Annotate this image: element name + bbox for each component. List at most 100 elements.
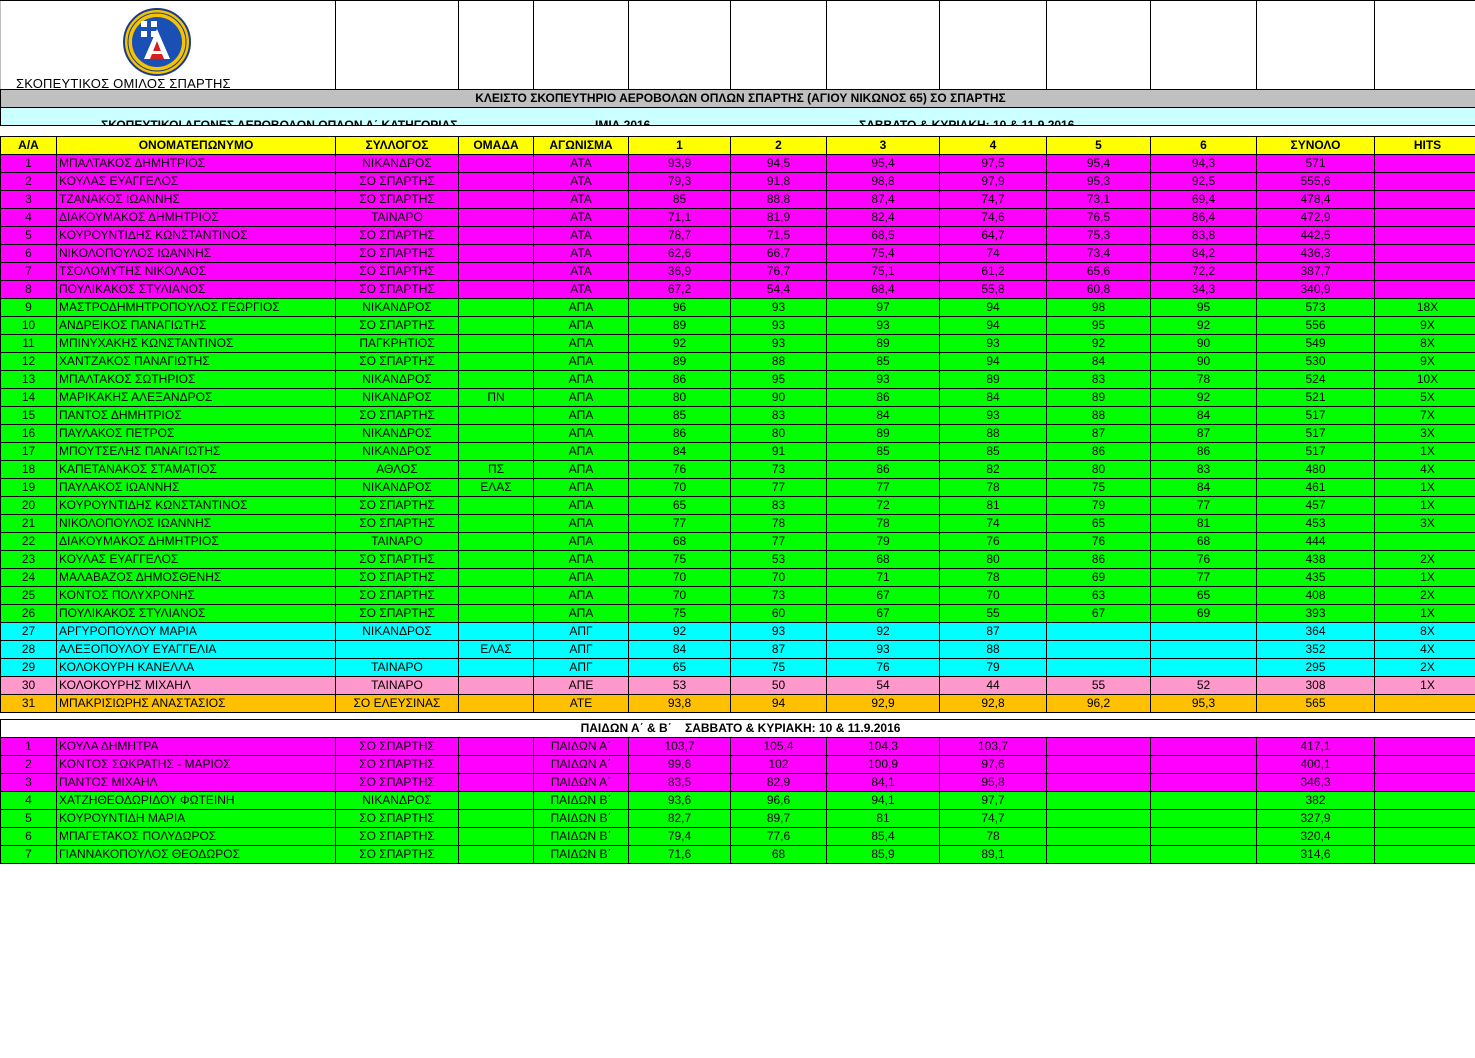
series-score-cell: 76 <box>1046 532 1151 551</box>
team-cell <box>458 442 534 461</box>
series-score-cell: 65,6 <box>1046 262 1151 281</box>
event-cell: ΑΠΓ <box>533 658 629 677</box>
table-row[interactable]: 2 ΚΟΝΤΟΣ ΣΩΚΡΑΤΗΣ - ΜΑΡΙΟΣ ΣΟ ΣΠΑΡΤΗΣ ΠΑΙΔΩ… <box>0 755 1475 774</box>
team-cell <box>458 568 534 587</box>
table-row[interactable]: 24 ΜΑΛΑΒΑΖΟΣ ΔΗΜΟΣΘΕΝΗΣ ΣΟ ΣΠΑΡΤΗΣ ΑΠΑ 70 70 7… <box>0 568 1475 587</box>
table-row[interactable]: 2 ΚΟΥΛΑΣ ΕΥΑΓΓΕΛΟΣ ΣΟ ΣΠΑΡΤΗΣ ΑΤΑ 79,3 91,8 98… <box>0 172 1475 191</box>
table-row[interactable]: 19 ΠΑΥΛΑΚΟΣ ΙΩΑΝΝΗΣ ΝΙΚΑΝΔΡΟΣ ΕΛΑΣ ΑΠΑ 70 77 77… <box>0 478 1475 497</box>
table-row[interactable]: 5 ΚΟΥΡΟΥΝΤΙΔΗ ΜΑΡΙΑ ΣΟ ΣΠΑΡΤΗΣ ΠΑΙΔΩΝ Β΄ 82,… <box>0 809 1475 828</box>
series-score-cell: 86 <box>1046 442 1151 461</box>
series-score-cell: 55 <box>939 604 1047 623</box>
rank-cell: 11 <box>0 334 57 353</box>
table-row[interactable]: 30 ΚΟΛΟΚΟΥΡΗΣ ΜΙΧΑΗΛ ΤΑΙΝΑΡΟ ΑΠΕ 53 50 54 44 55 5… <box>0 676 1475 695</box>
club-cell: ΝΙΚΑΝΔΡΟΣ <box>335 370 459 389</box>
table-row[interactable]: 7 ΓΙΑΝΝΑΚΟΠΟΥΛΟΣ ΘΕΟΔΩΡΟΣ ΣΟ ΣΠΑΡΤΗΣ ΠΑΙΔΩΝ… <box>0 845 1475 864</box>
column-header: 2 <box>730 136 827 155</box>
series-score-cell: 84 <box>1150 406 1257 425</box>
rank-cell: 2 <box>0 755 57 774</box>
hits-cell: 8Χ <box>1374 334 1475 353</box>
table-row[interactable]: 9 ΜΑΣΤΡΟΔΗΜΗΤΡΟΠΟΥΛΟΣ ΓΕΩΡΓΙΟΣ ΝΙΚΑΝΔΡΟΣ ΑΠ… <box>0 298 1475 317</box>
club-cell: ΣΟ ΣΠΑΡΤΗΣ <box>335 262 459 281</box>
column-header: ΣΥΛΛΟΓΟΣ <box>335 136 459 155</box>
table-row[interactable]: 1 ΚΟΥΛΑ ΔΗΜΗΤΡΑ ΣΟ ΣΠΑΡΤΗΣ ΠΑΙΔΩΝ Α΄ 103,7 10… <box>0 737 1475 756</box>
series-score-cell: 70 <box>730 568 827 587</box>
club-cell: ΑΘΛΟΣ <box>335 460 459 479</box>
table-row[interactable]: 11 ΜΠΙΝΥΧΑΚΗΣ ΚΩΝΣΤΑΝΤΙΝΟΣ ΠΑΓΚΡΗΤΙΟΣ ΑΠΑ 92… <box>0 334 1475 353</box>
table-row[interactable]: 4 ΧΑΤΖΗΘΕΟΔΩΡΙΔΟΥ ΦΩΤΕΙΝΗ ΝΙΚΑΝΔΡΟΣ ΠΑΙΔΩΝ … <box>0 791 1475 810</box>
series-score-cell: 90 <box>1150 334 1257 353</box>
rank-cell: 3 <box>0 773 57 792</box>
total-cell: 438 <box>1256 550 1375 569</box>
team-cell <box>458 298 534 317</box>
series-score-cell: 74 <box>939 244 1047 263</box>
table-row[interactable]: 21 ΝΙΚΟΛΟΠΟΥΛΟΣ ΙΩΑΝΝΗΣ ΣΟ ΣΠΑΡΤΗΣ ΑΠΑ 77 78 7… <box>0 514 1475 533</box>
series-score-cell <box>1150 737 1257 756</box>
hits-cell: 2Χ <box>1374 658 1475 677</box>
series-score-cell: 93 <box>826 316 940 335</box>
series-score-cell: 78 <box>1150 370 1257 389</box>
table-row[interactable]: 18 ΚΑΠΕΤΑΝΑΚΟΣ ΣΤΑΜΑΤΙΟΣ ΑΘΛΟΣ ΠΣ ΑΠΑ 76 73 86 8… <box>0 460 1475 479</box>
table-row[interactable]: 5 ΚΟΥΡΟΥΝΤΙΔΗΣ ΚΩΝΣΤΑΝΤΙΝΟΣ ΣΟ ΣΠΑΡΤΗΣ ΑΤΑ 7… <box>0 226 1475 245</box>
series-score-cell: 53 <box>628 676 731 695</box>
table-row[interactable]: 20 ΚΟΥΡΟΥΝΤΙΔΗΣ ΚΩΝΣΤΑΝΤΙΝΟΣ ΣΟ ΣΠΑΡΤΗΣ ΑΠΑ… <box>0 496 1475 515</box>
table-row[interactable]: 31 ΜΠΑΚΡΙΣΙΩΡΗΣ ΑΝΑΣΤΑΣΙΟΣ ΣΟ ΕΛΕΥΣΙΝΑΣ ΑΤΕ… <box>0 694 1475 713</box>
table-row[interactable]: 23 ΚΟΥΛΑΣ ΕΥΑΓΓΕΛΟΣ ΣΟ ΣΠΑΡΤΗΣ ΑΠΑ 75 53 68 80 8… <box>0 550 1475 569</box>
table-row[interactable]: 12 ΧΑΝΤΖΑΚΟΣ ΠΑΝΑΓΙΩΤΗΣ ΣΟ ΣΠΑΡΤΗΣ ΑΠΑ 89 88 8… <box>0 352 1475 371</box>
series-score-cell: 82,7 <box>628 809 731 828</box>
subtitle-row: ΣΚΟΠΕΥΤΙΚΟΙ ΑΓΩΝΕΣ ΑΕΡΟΒΟΛΩΝ ΟΠΛΩΝ Α΄ ΚΑ… <box>0 107 1475 126</box>
table-row[interactable]: 7 ΤΣΟΛΟΜΥΤΗΣ ΝΙΚΟΛΑΟΣ ΣΟ ΣΠΑΡΤΗΣ ΑΤΑ 36,9 76,… <box>0 262 1475 281</box>
series-score-cell: 86 <box>826 388 940 407</box>
team-cell <box>458 262 534 281</box>
series-score-cell: 92 <box>1150 388 1257 407</box>
series-score-cell: 98,8 <box>826 172 940 191</box>
table-row[interactable]: 10 ΑΝΔΡΕΙΚΟΣ ΠΑΝΑΓΙΩΤΗΣ ΣΟ ΣΠΑΡΤΗΣ ΑΠΑ 89 93 9… <box>0 316 1475 335</box>
team-cell: ΕΛΑΣ <box>458 640 534 659</box>
series-score-cell: 62,6 <box>628 244 731 263</box>
table-row[interactable]: 13 ΜΠΑΛΤΑΚΟΣ ΣΩΤΗΡΙΟΣ ΝΙΚΑΝΔΡΟΣ ΑΠΑ 86 95 93 89… <box>0 370 1475 389</box>
rank-cell: 31 <box>0 694 57 713</box>
table-row[interactable]: 22 ΔΙΑΚΟΥΜΑΚΟΣ ΔΗΜΗΤΡΙΟΣ ΤΑΙΝΑΡΟ ΑΠΑ 68 77 79 7… <box>0 532 1475 551</box>
rank-cell: 2 <box>0 172 57 191</box>
rank-cell: 15 <box>0 406 57 425</box>
table-row[interactable]: 15 ΠΑΝΤΟΣ ΔΗΜΗΤΡΙΟΣ ΣΟ ΣΠΑΡΤΗΣ ΑΠΑ 85 83 84 93 8… <box>0 406 1475 425</box>
team-cell <box>458 827 534 846</box>
series-score-cell: 84,2 <box>1150 244 1257 263</box>
series-score-cell: 67 <box>1046 604 1151 623</box>
table-row[interactable]: 1 ΜΠΑΛΤΑΚΟΣ ΔΗΜΗΤΡΙΟΣ ΝΙΚΑΝΔΡΟΣ ΑΤΑ 93,9 94,5… <box>0 154 1475 173</box>
series-score-cell: 78 <box>939 827 1047 846</box>
table-row[interactable]: 6 ΜΠΑΓΕΤΑΚΟΣ ΠΟΛΥΔΩΡΟΣ ΣΟ ΣΠΑΡΤΗΣ ΠΑΙΔΩΝ Β΄… <box>0 827 1475 846</box>
table-row[interactable]: 6 ΝΙΚΟΛΟΠΟΥΛΟΣ ΙΩΑΝΝΗΣ ΣΟ ΣΠΑΡΤΗΣ ΑΤΑ 62,6 66… <box>0 244 1475 263</box>
table-row[interactable]: 27 ΑΡΓΥΡΟΠΟΥΛΟΥ ΜΑΡΙΑ ΝΙΚΑΝΔΡΟΣ ΑΠΓ 92 93 92 87… <box>0 622 1475 641</box>
total-cell: 573 <box>1256 298 1375 317</box>
series-score-cell <box>1046 809 1151 828</box>
hits-cell <box>1374 845 1475 864</box>
name-cell: ΚΟΛΟΚΟΥΡΗΣ ΜΙΧΑΗΛ <box>56 676 336 695</box>
series-score-cell: 88 <box>939 424 1047 443</box>
event-cell: ΑΤΑ <box>533 154 629 173</box>
table-row[interactable]: 17 ΜΠΟΥΤΣΕΛΗΣ ΠΑΝΑΓΙΩΤΗΣ ΝΙΚΑΝΔΡΟΣ ΑΠΑ 84 91 8… <box>0 442 1475 461</box>
total-cell: 364 <box>1256 622 1375 641</box>
table-row[interactable]: 4 ΔΙΑΚΟΥΜΑΚΟΣ ΔΗΜΗΤΡΙΟΣ ΤΑΙΝΑΡΟ ΑΤΑ 71,1 81,9… <box>0 208 1475 227</box>
hits-cell: 2Χ <box>1374 586 1475 605</box>
club-cell: ΣΟ ΣΠΑΡΤΗΣ <box>335 845 459 864</box>
series-score-cell: 68,4 <box>826 280 940 299</box>
hits-cell: 18Χ <box>1374 298 1475 317</box>
table-row[interactable]: 3 ΤΖΑΝΑΚΟΣ ΙΩΑΝΝΗΣ ΣΟ ΣΠΑΡΤΗΣ ΑΤΑ 85 88,8 87,4… <box>0 190 1475 209</box>
series-score-cell: 85 <box>628 406 731 425</box>
table-row[interactable]: 3 ΠΑΝΤΟΣ ΜΙΧΑΗΛ ΣΟ ΣΠΑΡΤΗΣ ΠΑΙΔΩΝ Α΄ 83,5 82,… <box>0 773 1475 792</box>
spacer-row <box>1 713 1475 720</box>
column-header: 5 <box>1046 136 1151 155</box>
club-cell: ΣΟ ΣΠΑΡΤΗΣ <box>335 406 459 425</box>
table-row[interactable]: 16 ΠΑΥΛΑΚΟΣ ΠΕΤΡΟΣ ΝΙΚΑΝΔΡΟΣ ΑΠΑ 86 80 89 88 87 8… <box>0 424 1475 443</box>
table-row[interactable]: 28 ΑΛΕΞΟΠΟΥΛΟΥ ΕΥΑΓΓΕΛΙΑ ΕΛΑΣ ΑΠΓ 84 87 93 88 35… <box>0 640 1475 659</box>
series-score-cell: 77,6 <box>730 827 827 846</box>
table-row[interactable]: 25 ΚΟΝΤΟΣ ΠΟΛΥΧΡΟΝΗΣ ΣΟ ΣΠΑΡΤΗΣ ΑΠΑ 70 73 67 70… <box>0 586 1475 605</box>
table-row[interactable]: 26 ΠΟΥΛΙΚΑΚΟΣ ΣΤΥΛΙΑΝΟΣ ΣΟ ΣΠΑΡΤΗΣ ΑΠΑ 75 60 6… <box>0 604 1475 623</box>
total-cell: 517 <box>1256 424 1375 443</box>
table-row[interactable]: 14 ΜΑΡΙΚΑΚΗΣ ΑΛΕΞΑΝΔΡΟΣ ΝΙΚΑΝΔΡΟΣ ΠΝ ΑΠΑ 80 90… <box>0 388 1475 407</box>
hits-cell: 1Χ <box>1374 568 1475 587</box>
series-score-cell: 66,7 <box>730 244 827 263</box>
table-row[interactable]: 8 ΠΟΥΛΙΚΑΚΟΣ ΣΤΥΛΙΑΝΟΣ ΣΟ ΣΠΑΡΤΗΣ ΑΤΑ 67,2 54… <box>0 280 1475 299</box>
table-row[interactable]: 29 ΚΟΛΟΚΟΥΡΗ ΚΑΝΕΛΛΑ ΤΑΙΝΑΡΟ ΑΠΓ 65 75 76 79 295… <box>0 658 1475 677</box>
series-score-cell: 75 <box>628 550 731 569</box>
